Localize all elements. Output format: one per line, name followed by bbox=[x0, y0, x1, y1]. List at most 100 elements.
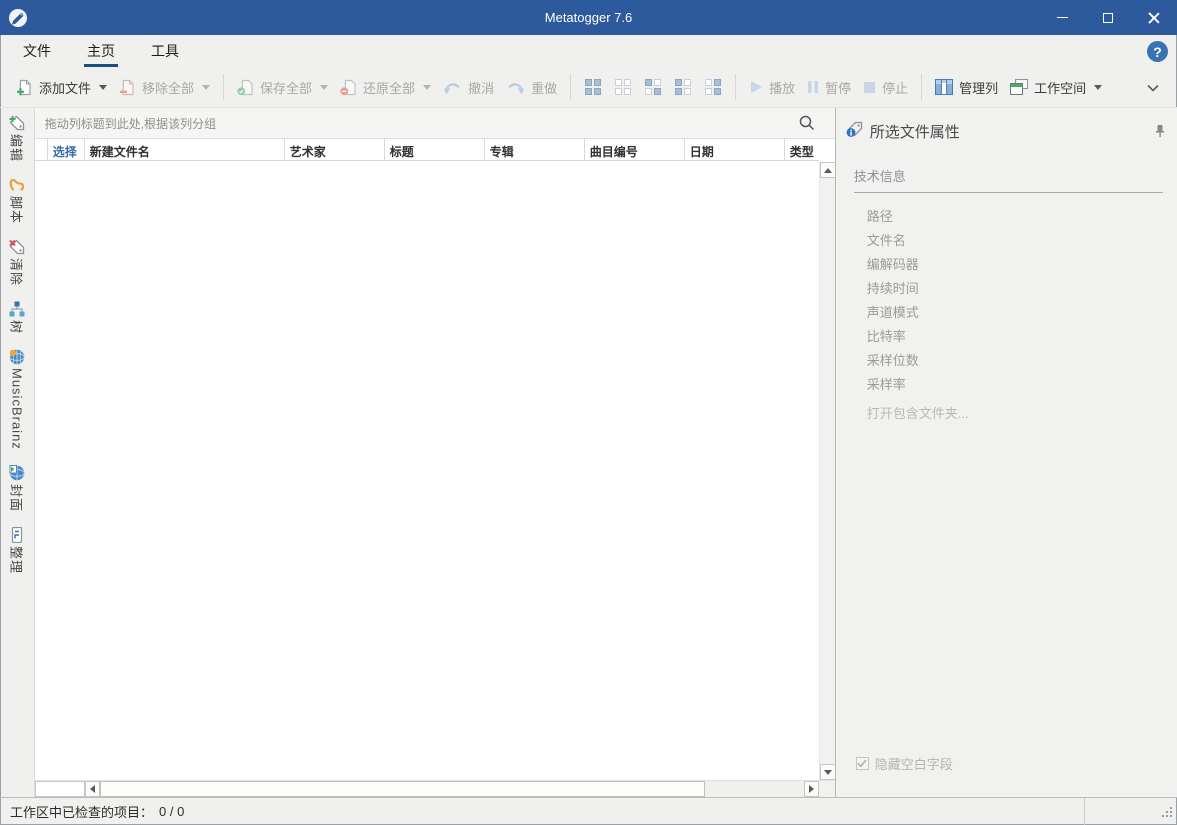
redo-button[interactable]: 重做 bbox=[500, 73, 563, 102]
scroll-up-button[interactable] bbox=[819, 162, 836, 178]
arrow-down-icon bbox=[823, 769, 832, 775]
sidebar-item-tree[interactable]: 树 bbox=[7, 301, 26, 334]
field-codec: 编解码器 bbox=[866, 257, 919, 272]
scrollbar-track[interactable] bbox=[99, 781, 804, 797]
square bbox=[615, 88, 623, 95]
maximize-icon bbox=[1103, 12, 1113, 23]
horizontal-scrollbar[interactable] bbox=[34, 780, 835, 797]
field-filename: 文件名 bbox=[866, 233, 906, 248]
workspace-button[interactable]: 工作空间 bbox=[1004, 73, 1108, 102]
column-header-artist[interactable]: 艺术家 bbox=[285, 139, 385, 160]
field-sample-rate: 采样率 bbox=[866, 377, 906, 392]
dropdown-caret-icon bbox=[99, 84, 108, 90]
sidebar-item-clear[interactable]: 清除 bbox=[7, 239, 26, 286]
file-list-empty[interactable] bbox=[34, 161, 835, 780]
remove-all-button[interactable]: 移除全部 bbox=[113, 73, 216, 102]
scrollbar-thumb[interactable] bbox=[99, 781, 706, 797]
toolbar-separator bbox=[735, 74, 737, 100]
field-duration: 持续时间 bbox=[866, 281, 919, 296]
save-all-button[interactable]: 保存全部 bbox=[231, 73, 334, 102]
scroll-left-button[interactable] bbox=[84, 781, 100, 797]
globe-picture-icon bbox=[9, 464, 25, 481]
square bbox=[684, 88, 692, 95]
app-window: Metatogger 7.6 文件 主页 工具 ? 添加文件 移除全部 保存全部 bbox=[0, 0, 1177, 825]
hide-empty-fields-checkbox[interactable]: 隐藏空白字段 bbox=[855, 754, 953, 773]
properties-title: 所选文件属性 bbox=[869, 123, 960, 141]
columns-table-icon bbox=[935, 79, 954, 95]
arrow-left-icon bbox=[89, 785, 95, 793]
scroll-down-button[interactable] bbox=[819, 764, 836, 780]
tag-info-icon bbox=[846, 120, 864, 142]
collapse-ribbon-button[interactable] bbox=[1137, 80, 1169, 95]
stop-button[interactable]: 停止 bbox=[857, 73, 914, 102]
restore-all-button[interactable]: 还原全部 bbox=[334, 73, 437, 102]
square bbox=[705, 88, 713, 95]
column-header-album[interactable]: 专辑 bbox=[485, 139, 585, 160]
square bbox=[645, 79, 653, 86]
rename-icon bbox=[9, 526, 25, 543]
square bbox=[624, 88, 632, 95]
status-label: 工作区中已检查的项目： bbox=[10, 805, 154, 820]
vertical-scrollbar[interactable] bbox=[818, 162, 836, 780]
pin-icon[interactable] bbox=[1155, 124, 1165, 138]
square bbox=[594, 79, 602, 86]
statusbar: 工作区中已检查的项目： 0 / 0 bbox=[0, 797, 1177, 825]
column-header-select[interactable]: 选择 bbox=[48, 139, 85, 160]
square bbox=[675, 88, 683, 95]
help-icon: ? bbox=[1153, 43, 1162, 60]
scrollbar-spacer bbox=[818, 781, 835, 797]
sidebar-item-organize[interactable]: 整理 bbox=[7, 526, 26, 574]
select-all-button[interactable] bbox=[578, 74, 608, 100]
undo-button[interactable]: 撤消 bbox=[437, 73, 500, 102]
workspace-windows-icon bbox=[1010, 79, 1029, 95]
grid-header-row: 选择 新建文件名 艺术家 标题 专辑 曲目编号 日期 类型 bbox=[34, 139, 819, 161]
field-channel-mode: 声道模式 bbox=[866, 305, 919, 320]
column-header-new-filename[interactable]: 新建文件名 bbox=[85, 139, 285, 160]
resize-grip[interactable] bbox=[1160, 805, 1173, 821]
open-containing-folder-link[interactable]: 打开包含文件夹... bbox=[867, 403, 1165, 422]
add-files-button[interactable]: 添加文件 bbox=[10, 73, 113, 102]
column-header-date[interactable]: 日期 bbox=[685, 139, 785, 160]
invert-selection-button[interactable] bbox=[638, 74, 668, 100]
square bbox=[705, 79, 713, 86]
scroll-right-button[interactable] bbox=[803, 781, 819, 797]
search-icon[interactable] bbox=[799, 115, 815, 131]
tab-home[interactable]: 主页 bbox=[74, 36, 128, 67]
menubar: 文件 主页 工具 ? bbox=[0, 35, 1177, 67]
sidebar-item-script[interactable]: 脚本 bbox=[7, 177, 26, 224]
save-file-icon bbox=[237, 79, 254, 96]
minimize-button[interactable] bbox=[1039, 0, 1085, 35]
column-header-type[interactable]: 类型 bbox=[785, 139, 819, 160]
help-button[interactable]: ? bbox=[1147, 41, 1168, 62]
uncheck-selected-button[interactable] bbox=[698, 74, 728, 100]
square bbox=[675, 79, 683, 86]
group-by-bar[interactable]: 拖动列标题到此处,根据该列分组 bbox=[34, 108, 835, 139]
sidebar-item-cover[interactable]: 封面 bbox=[7, 464, 26, 512]
manage-columns-button[interactable]: 管理列 bbox=[929, 73, 1004, 102]
tab-file[interactable]: 文件 bbox=[10, 36, 64, 67]
check-selected-button[interactable] bbox=[668, 74, 698, 100]
square bbox=[645, 88, 653, 95]
script-icon bbox=[9, 177, 25, 193]
tag-x-icon bbox=[9, 239, 25, 255]
column-header-track-number[interactable]: 曲目编号 bbox=[585, 139, 685, 160]
select-none-button[interactable] bbox=[608, 74, 638, 100]
redo-icon bbox=[506, 80, 525, 95]
column-header-title[interactable]: 标题 bbox=[385, 139, 485, 160]
maximize-button[interactable] bbox=[1085, 0, 1131, 35]
sidebar-item-edit[interactable]: 编辑 bbox=[7, 115, 26, 162]
minimize-icon bbox=[1056, 16, 1068, 19]
square bbox=[594, 88, 602, 95]
play-button[interactable]: 播放 bbox=[743, 73, 801, 102]
close-icon bbox=[1148, 12, 1160, 24]
square bbox=[615, 79, 623, 86]
window-title: Metatogger 7.6 bbox=[544, 10, 633, 25]
checkbox-checked-icon bbox=[855, 757, 869, 770]
close-button[interactable] bbox=[1131, 0, 1177, 35]
sidebar-item-musicbrainz[interactable]: MusicBrainz bbox=[9, 349, 25, 450]
tab-tools[interactable]: 工具 bbox=[138, 36, 192, 67]
pause-button[interactable]: 暂停 bbox=[801, 73, 857, 102]
section-technical-info: 技术信息 bbox=[853, 166, 1163, 193]
technical-fields: 路径 文件名 编解码器 持续时间 声道模式 比特率 采样位数 采样率 bbox=[867, 206, 1165, 393]
toolbar: 添加文件 移除全部 保存全部 还原全部 撤消 重做 播放 暂停 停止 管理列 工… bbox=[0, 67, 1177, 108]
